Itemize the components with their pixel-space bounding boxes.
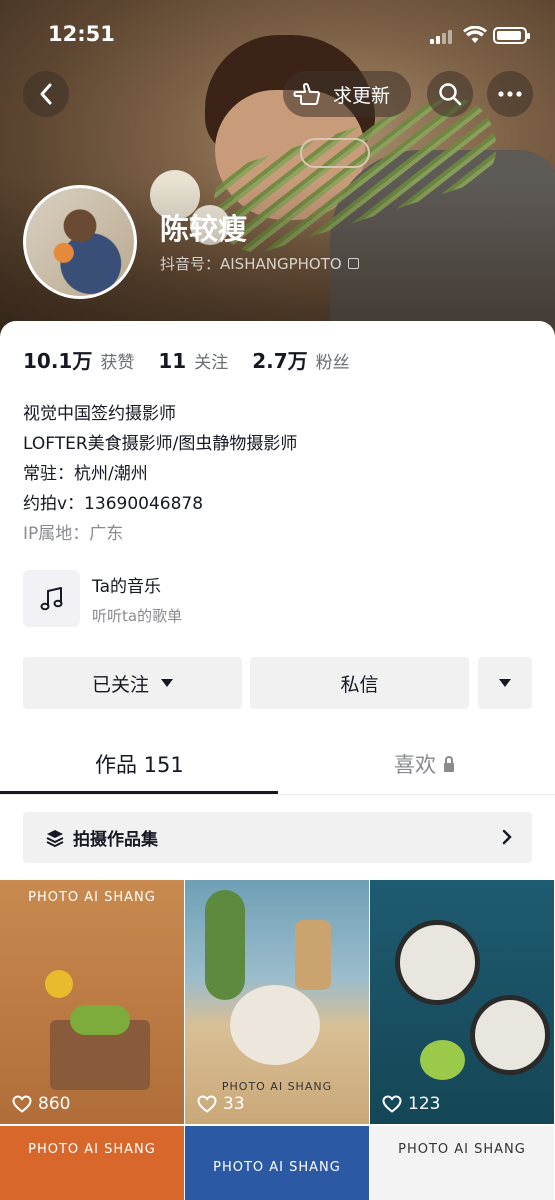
- thumbnail-art: [295, 920, 331, 990]
- stat-following[interactable]: 11 关注: [158, 348, 228, 373]
- followed-label: 已关注: [91, 673, 149, 696]
- profile-stats: 10.1万 获赞 11 关注 2.7万 粉丝: [23, 345, 374, 374]
- message-button[interactable]: 私信: [250, 657, 469, 709]
- heart-icon: [12, 1095, 32, 1113]
- request-update-label: 求更新: [333, 84, 391, 107]
- tab-likes-label: 喜欢: [394, 753, 436, 777]
- thumbnail-art: [230, 985, 320, 1065]
- thumbnail-brand: PHOTO AI SHANG: [28, 890, 156, 905]
- stat-number: 11: [158, 349, 187, 373]
- status-bar: 12:51: [0, 0, 555, 70]
- work-thumbnail[interactable]: 123: [370, 880, 554, 1124]
- more-icon: [498, 91, 522, 97]
- work-like-count: 860: [12, 1094, 70, 1114]
- thumbnail-art: [205, 890, 245, 1000]
- stack-icon: [46, 829, 64, 847]
- bio-line: 约拍v：13690046878: [23, 494, 204, 514]
- bio-line: 视觉中国签约摄影师: [23, 404, 176, 424]
- work-like-count: 123: [382, 1094, 440, 1114]
- request-update-button[interactable]: 求更新: [283, 71, 411, 117]
- tab-works[interactable]: 作品 151: [95, 749, 184, 779]
- search-icon: [439, 83, 462, 106]
- profile-tabs: 作品 151 喜欢: [0, 739, 555, 795]
- caret-down-icon: [161, 679, 173, 687]
- ip-location: IP属地：广东: [23, 524, 124, 544]
- music-subtitle: 听听ta的歌单: [92, 606, 183, 625]
- music-entry[interactable]: Ta的音乐 听听ta的歌单: [23, 570, 182, 627]
- stat-label: 获赞: [100, 353, 135, 373]
- bio-line: 常驻：杭州/潮州: [23, 464, 148, 484]
- thumbnail-brand: PHOTO AI SHANG: [213, 1160, 341, 1175]
- wifi-icon: [463, 25, 487, 49]
- followed-button[interactable]: 已关注: [23, 657, 242, 709]
- thumbnail-art: [395, 920, 480, 1005]
- more-actions-button[interactable]: [478, 657, 532, 709]
- stat-number: 2.7万: [252, 349, 308, 373]
- stat-label: 粉丝: [315, 353, 350, 373]
- work-thumbnail[interactable]: PHOTO AI SHANG: [370, 1126, 554, 1200]
- bio-line: LOFTER美食摄影师/图虫静物摄影师: [23, 434, 298, 454]
- douyin-id[interactable]: 抖音号：AISHANGPHOTO: [160, 253, 359, 274]
- collection-entry[interactable]: 拍摄作品集: [23, 812, 532, 863]
- stat-likes[interactable]: 10.1万 获赞: [23, 345, 134, 374]
- music-title: Ta的音乐: [92, 576, 161, 597]
- message-label: 私信: [340, 673, 379, 696]
- lock-icon: [444, 755, 454, 772]
- like-count: 860: [38, 1094, 71, 1114]
- copy-icon[interactable]: [347, 258, 359, 269]
- stat-number: 10.1万: [23, 349, 93, 373]
- active-tab-indicator: [0, 791, 278, 794]
- cover-photo-glasses: [300, 138, 370, 168]
- heart-icon: [197, 1095, 217, 1113]
- work-like-count: 33: [197, 1094, 245, 1114]
- like-count: 123: [408, 1094, 441, 1114]
- profile-bio: 视觉中国签约摄影师 LOFTER美食摄影师/图虫静物摄影师 常驻：杭州/潮州 约…: [23, 399, 297, 549]
- thumbnail-brand: PHOTO AI SHANG: [221, 1080, 333, 1093]
- thumbnail-art: [470, 995, 550, 1075]
- music-note-icon: [23, 570, 80, 627]
- thumbnail-brand: PHOTO AI SHANG: [28, 1142, 156, 1157]
- douyin-id-text: 抖音号：AISHANGPHOTO: [160, 255, 342, 273]
- like-count: 33: [223, 1094, 245, 1114]
- back-button[interactable]: [23, 71, 69, 117]
- tab-likes[interactable]: 喜欢: [394, 749, 454, 779]
- stat-label: 关注: [194, 353, 229, 373]
- cell-signal-icon: [430, 28, 454, 44]
- more-button[interactable]: [487, 71, 533, 117]
- thumbnail-art: [70, 1005, 130, 1035]
- chevron-left-icon: [40, 83, 52, 105]
- search-button[interactable]: [427, 71, 473, 117]
- battery-icon: [493, 27, 530, 44]
- collection-label: 拍摄作品集: [73, 830, 158, 850]
- thumbnail-art: [420, 1040, 465, 1080]
- profile-actions: 已关注 私信: [23, 657, 532, 709]
- status-time: 12:51: [48, 22, 115, 46]
- avatar[interactable]: [23, 185, 137, 299]
- work-thumbnail[interactable]: PHOTO AI SHANG: [185, 1126, 369, 1200]
- thumbnail-brand: PHOTO AI SHANG: [398, 1142, 526, 1157]
- hand-point-icon: [293, 83, 320, 105]
- work-thumbnail[interactable]: PHOTO AI SHANG 860: [0, 880, 184, 1124]
- thumbnail-art: [45, 970, 73, 998]
- works-grid: PHOTO AI SHANG 860 PHOTO AI SHANG 33 123…: [0, 880, 555, 1200]
- work-thumbnail[interactable]: PHOTO AI SHANG 33: [185, 880, 369, 1124]
- chevron-right-icon: [502, 829, 512, 845]
- work-thumbnail[interactable]: PHOTO AI SHANG: [0, 1126, 184, 1200]
- stat-followers[interactable]: 2.7万 粉丝: [252, 345, 349, 374]
- profile-name: 陈较瘦: [160, 212, 248, 246]
- caret-down-icon: [499, 679, 511, 687]
- heart-icon: [382, 1095, 402, 1113]
